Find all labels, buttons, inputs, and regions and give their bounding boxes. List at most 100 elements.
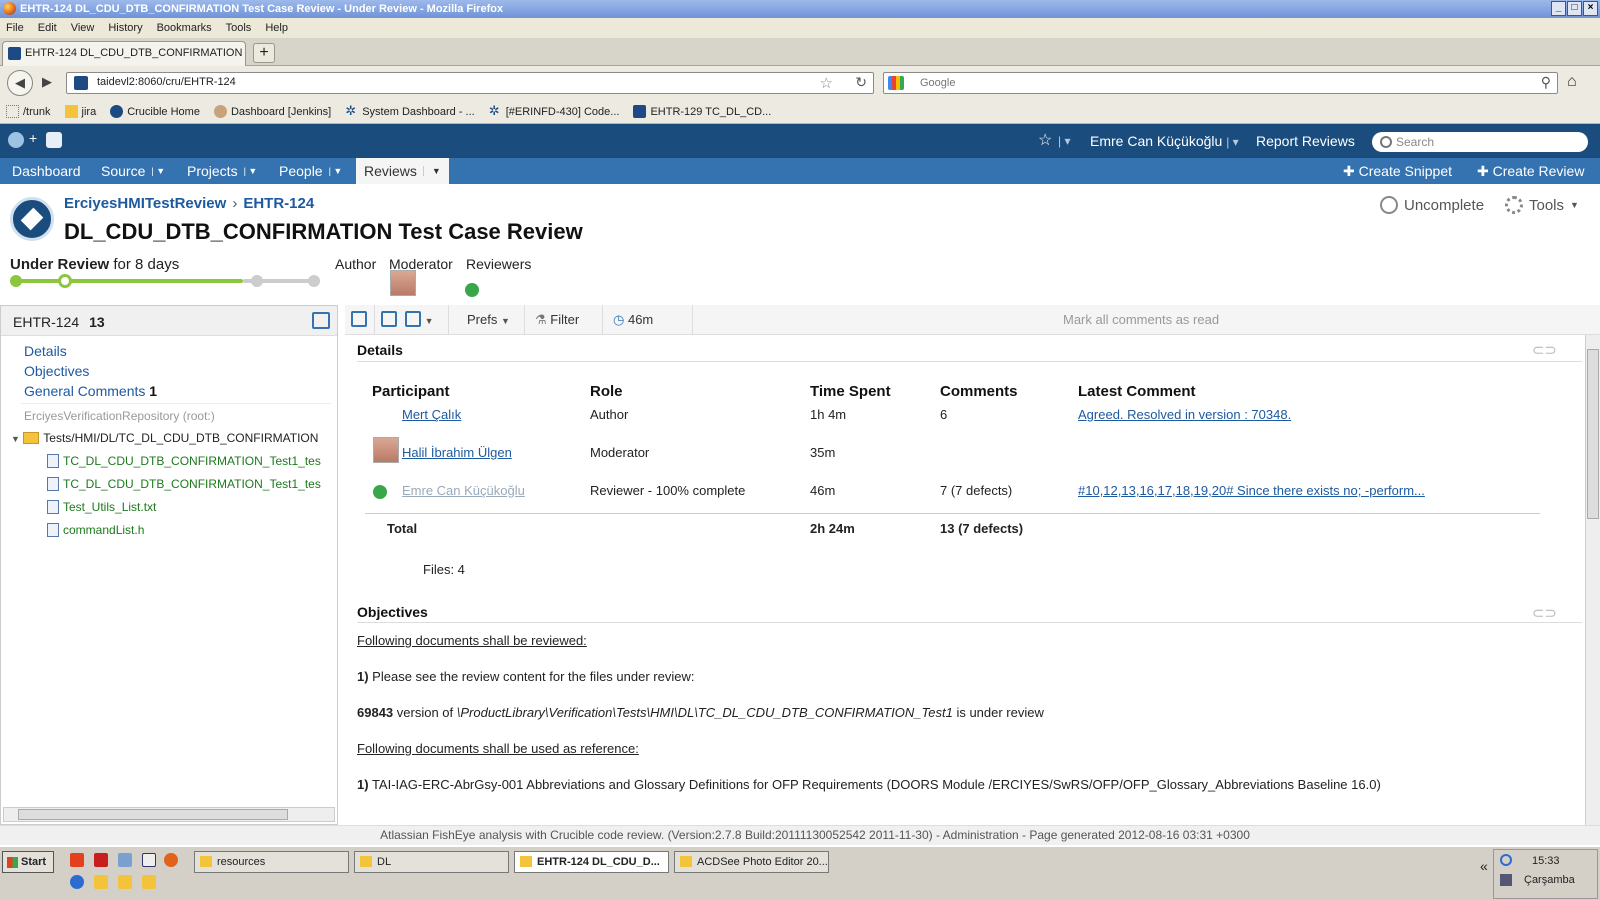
content-vertical-scrollbar[interactable] — [1585, 335, 1600, 825]
tools-menu-button[interactable]: Tools ▼ — [1505, 196, 1579, 214]
tray-expand-icon[interactable]: « — [1480, 858, 1488, 874]
create-review-button[interactable]: ✚ Create Review — [1477, 158, 1584, 184]
quick-launch-icon[interactable] — [142, 853, 156, 867]
tree-file[interactable]: commandList.h — [47, 523, 144, 537]
participant-link[interactable]: Mert Çalık — [402, 407, 461, 422]
task-firefox[interactable]: EHTR-124 DL_CDU_D... — [514, 851, 669, 873]
participant-link[interactable]: Emre Can Küçükoğlu — [402, 483, 525, 498]
minimize-button[interactable]: _ — [1551, 1, 1566, 16]
page-icon — [6, 105, 19, 118]
objectives-line: Following documents shall be reviewed: — [357, 633, 587, 648]
nav-source[interactable]: Source | ▼ — [101, 158, 165, 184]
system-tray: « 15:33 Çarşamba — [1480, 849, 1598, 899]
bookmark-jenkins[interactable]: Dashboard [Jenkins] — [213, 105, 331, 118]
browser-tab[interactable]: EHTR-124 DL_CDU_DTB_CONFIRMATION T... — [2, 41, 246, 66]
tray-app-icon[interactable] — [1500, 854, 1512, 866]
time-spent-button[interactable]: ◷ 46m — [603, 305, 693, 335]
quick-launch-icon[interactable] — [118, 853, 132, 867]
sidebar-item-details[interactable]: Details — [24, 343, 67, 359]
tray-clock[interactable]: 15:33 — [1532, 855, 1560, 867]
bookmark-ehtr-129[interactable]: EHTR-129 TC_DL_CD... — [633, 105, 771, 118]
folder-icon[interactable] — [118, 875, 132, 889]
total-comments: 13 (7 defects) — [940, 521, 1024, 536]
chevron-down-icon[interactable]: | ▼ — [244, 166, 258, 176]
back-arrow-icon[interactable]: ◀ — [7, 70, 33, 96]
new-tab-button[interactable]: + — [253, 43, 275, 63]
files-count: Files: 4 — [423, 562, 465, 577]
tree-file[interactable]: TC_DL_CDU_DTB_CONFIRMATION_Test1_tes — [47, 454, 321, 468]
sidebar-horizontal-scrollbar[interactable] — [3, 807, 335, 822]
close-button[interactable]: × — [1583, 1, 1598, 16]
moderator-avatar[interactable] — [390, 270, 416, 296]
bookmark-erinfd-430[interactable]: ✲ [#ERINFD-430] Code... — [489, 104, 620, 118]
breadcrumb-review-key-link[interactable]: EHTR-124 — [243, 195, 314, 212]
nav-projects[interactable]: Projects | ▼ — [187, 158, 257, 184]
task-resources[interactable]: resources — [194, 851, 349, 873]
uncomplete-button[interactable]: Uncomplete — [1380, 196, 1484, 214]
avatar[interactable] — [373, 437, 399, 463]
tree-folder[interactable]: ▼ Tests/HMI/DL/TC_DL_CDU_DTB_CONFIRMATIO… — [11, 431, 318, 445]
tree-file[interactable]: TC_DL_CDU_DTB_CONFIRMATION_Test1_tes — [47, 477, 321, 491]
nav-dashboard[interactable]: Dashboard — [12, 158, 81, 184]
bookmark-crucible-home[interactable]: Crucible Home — [110, 105, 200, 118]
menu-help[interactable]: Help — [265, 22, 288, 34]
fullscreen-button[interactable] — [345, 305, 375, 335]
permalink-icon[interactable]: ⊂⊃ — [1532, 604, 1557, 622]
start-button[interactable]: Start — [2, 851, 54, 873]
maximize-button[interactable]: □ — [1567, 1, 1582, 16]
reload-icon[interactable]: ↻ — [855, 74, 867, 91]
chevron-down-icon[interactable]: | ▼ — [151, 166, 165, 176]
tree-file[interactable]: Test_Utils_List.txt — [47, 500, 156, 514]
create-snippet-button[interactable]: ✚ Create Snippet — [1343, 158, 1452, 184]
task-acdsee[interactable]: ACDSee Photo Editor 20... — [674, 851, 829, 873]
menu-history[interactable]: History — [108, 22, 142, 34]
sidebar-item-objectives[interactable]: Objectives — [24, 363, 89, 379]
sidebar-item-general-comments[interactable]: General Comments 1 — [24, 383, 157, 399]
menu-tools[interactable]: Tools — [226, 22, 252, 34]
latest-comment-link[interactable]: #10,12,13,16,17,18,19,20# Since there ex… — [1078, 483, 1425, 498]
quick-launch-icon[interactable] — [94, 853, 108, 867]
quick-launch-icon[interactable] — [70, 853, 84, 867]
web-search-box[interactable]: Google ⚲ — [883, 72, 1558, 94]
mark-all-read-link[interactable]: Mark all comments as read — [1063, 305, 1219, 335]
progress-step-dot — [251, 275, 263, 287]
task-dl[interactable]: DL — [354, 851, 509, 873]
search-go-icon[interactable]: ⚲ — [1541, 74, 1551, 91]
participant-link[interactable]: Halil İbrahim Ülgen — [402, 445, 512, 460]
bookmark-trunk[interactable]: /trunk — [6, 105, 51, 118]
menu-file[interactable]: File — [6, 22, 24, 34]
firefox-launch-icon[interactable] — [164, 853, 178, 867]
bookmark-jira[interactable]: jira — [64, 105, 96, 118]
nav-reviews[interactable]: Reviews ▼ — [356, 158, 449, 184]
tray-network-icon[interactable] — [1500, 874, 1512, 886]
menu-view[interactable]: View — [71, 22, 95, 34]
report-reviews-link[interactable]: Report Reviews — [1256, 133, 1355, 149]
breadcrumb-project-link[interactable]: ErciyesHMITestReview — [64, 195, 226, 212]
favourites-dropdown-icon[interactable]: | ▾ — [1058, 134, 1070, 148]
url-bar[interactable]: taidevl2:8060/cru/EHTR-124 ☆ ↻ — [66, 72, 874, 94]
bookmark-star-icon[interactable]: ☆ — [820, 74, 833, 92]
quick-launch-icon[interactable] — [70, 875, 84, 889]
menu-bookmarks[interactable]: Bookmarks — [157, 22, 212, 34]
app-search-input[interactable]: Search — [1372, 132, 1588, 152]
permalink-icon[interactable]: ⊂⊃ — [1532, 341, 1557, 359]
crucible-logo-icon[interactable] — [46, 132, 62, 148]
latest-comment-link[interactable]: Agreed. Resolved in version : 70348. — [1078, 407, 1291, 422]
menu-edit[interactable]: Edit — [38, 22, 57, 34]
favourites-star-icon[interactable]: ☆ — [1038, 130, 1052, 150]
folder-icon[interactable] — [94, 875, 108, 889]
chevron-down-icon[interactable]: | ▼ — [329, 166, 343, 176]
expand-toggle-icon[interactable]: ▼ — [11, 434, 20, 444]
forward-arrow-icon[interactable]: ▶ — [36, 72, 58, 94]
folder-icon[interactable] — [142, 875, 156, 889]
bookmark-system-dashboard[interactable]: ✲ System Dashboard - ... — [345, 104, 475, 118]
next-button[interactable]: ▼ — [401, 305, 449, 335]
prefs-button[interactable]: Prefs ▼ — [449, 305, 525, 335]
fisheye-logo-icon[interactable] — [8, 132, 24, 148]
chevron-down-icon[interactable]: ▼ — [422, 166, 441, 176]
filter-button[interactable]: ⚗ Filter — [525, 305, 603, 335]
home-icon[interactable]: ⌂ — [1567, 73, 1577, 91]
collapse-sidebar-icon[interactable] — [312, 312, 330, 329]
user-menu[interactable]: Emre Can Küçükoğlu | ▾ — [1090, 133, 1239, 149]
nav-people[interactable]: People | ▼ — [279, 158, 342, 184]
